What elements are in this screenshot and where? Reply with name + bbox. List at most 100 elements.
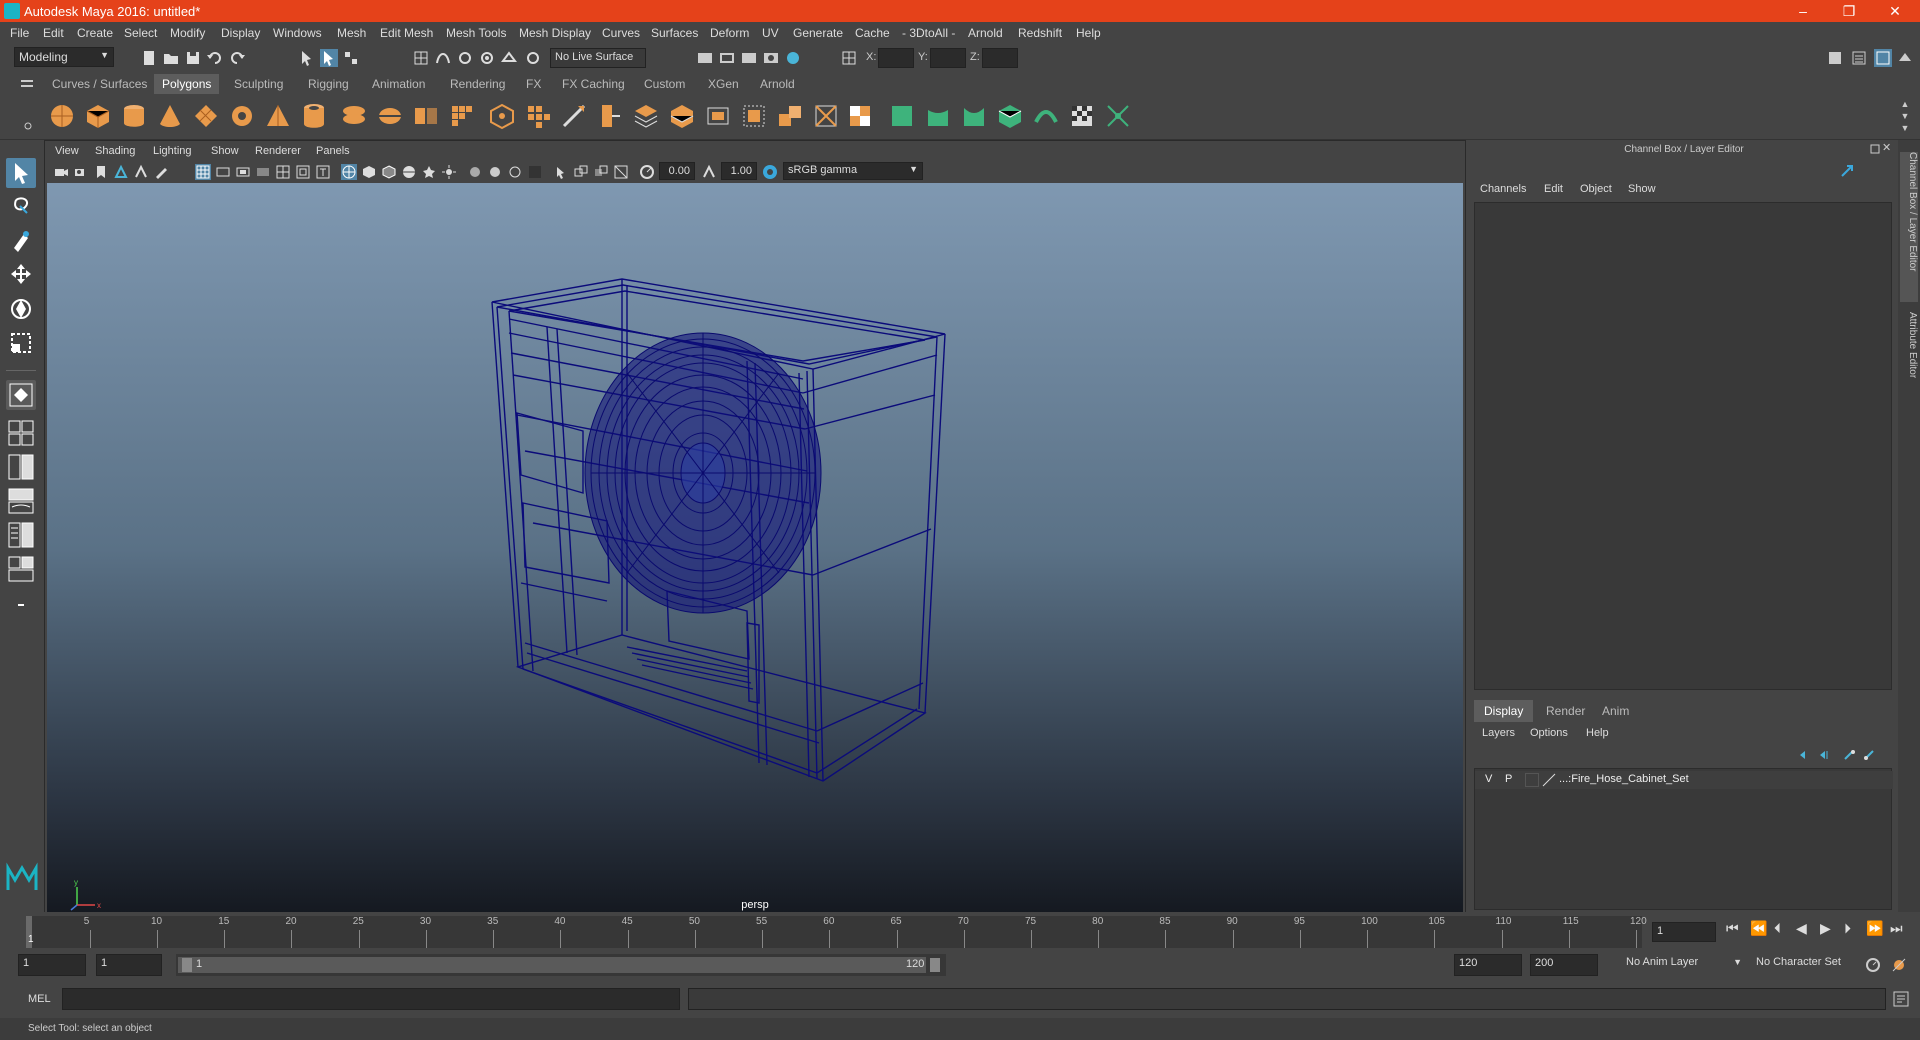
shelf-tab-fx-caching[interactable]: FX Caching	[554, 74, 633, 94]
green-sculpt-5-icon[interactable]	[1032, 102, 1060, 130]
shelf-tab-xgen[interactable]: XGen	[700, 74, 747, 94]
menu-display[interactable]: Display	[221, 26, 260, 40]
hypershade-layout-icon[interactable]	[6, 554, 36, 584]
ipr-render-icon[interactable]	[740, 49, 758, 67]
gamma-icon[interactable]	[701, 164, 717, 180]
poly-cone-icon[interactable]	[156, 102, 184, 130]
current-frame-field[interactable]: 1	[1652, 922, 1716, 942]
menu-redshift[interactable]: Redshift	[1018, 26, 1062, 40]
undo-icon[interactable]	[206, 49, 224, 67]
select-tool-icon[interactable]	[6, 158, 36, 188]
xray-joints-icon[interactable]	[593, 164, 609, 180]
gate-mask-icon[interactable]	[255, 164, 271, 180]
shelf-scroll-arrows-icon[interactable]: ▲ ▼ ▼	[1898, 98, 1912, 134]
live-surface-field[interactable]: No Live Surface	[550, 48, 646, 68]
snap-point-icon[interactable]	[456, 49, 474, 67]
exposure-icon[interactable]	[639, 164, 655, 180]
poly-cube-icon[interactable]	[84, 102, 112, 130]
command-input[interactable]	[62, 988, 680, 1010]
viewport-menu-renderer[interactable]: Renderer	[255, 145, 301, 157]
safe-action-icon[interactable]	[295, 164, 311, 180]
live-surface-icon[interactable]	[524, 49, 542, 67]
render-view-icon[interactable]	[696, 49, 714, 67]
animation-preferences-icon[interactable]	[1890, 956, 1908, 974]
wireframe-shading-icon[interactable]	[341, 164, 357, 180]
shelf-menu-icon[interactable]	[20, 78, 34, 90]
modeling-toolkit-icon[interactable]	[1826, 49, 1844, 67]
show-menu[interactable]: Show	[1628, 183, 1656, 195]
snap-grid-icon[interactable]	[412, 49, 430, 67]
safe-title-icon[interactable]	[315, 164, 331, 180]
anim-layer-dropdown[interactable]: No Anim Layer ▼	[1622, 954, 1744, 976]
go-to-start-button[interactable]: ⏮	[1726, 920, 1739, 937]
tab-anim[interactable]: Anim	[1592, 700, 1639, 722]
cylindrical-uv-icon[interactable]	[740, 102, 768, 130]
help-menu[interactable]: Help	[1586, 727, 1609, 739]
checker-icon[interactable]	[1068, 102, 1096, 130]
viewport-menu-panels[interactable]: Panels	[316, 145, 350, 157]
rotate-tool-icon[interactable]	[6, 294, 36, 324]
menu-cache[interactable]: Cache	[855, 26, 890, 40]
use-all-lights-icon[interactable]	[421, 164, 437, 180]
outliner-layout-icon[interactable]	[6, 486, 36, 516]
channel-box-toggle-icon[interactable]	[1874, 49, 1892, 67]
shelf-tab-polygons[interactable]: Polygons	[154, 74, 220, 94]
image-plane-icon[interactable]	[113, 164, 129, 180]
separate-icon[interactable]	[376, 102, 404, 130]
shelf-tab-rigging[interactable]: Rigging	[300, 74, 357, 94]
new-scene-icon[interactable]	[140, 49, 158, 67]
poly-torus-icon[interactable]	[228, 102, 256, 130]
side-tab-attribute-editor[interactable]: Attribute Editor	[1900, 312, 1918, 422]
depth-of-field-icon[interactable]	[527, 164, 543, 180]
view-transform-dropdown[interactable]: sRGB gamma ▼	[783, 162, 923, 180]
planar-uv-icon[interactable]	[704, 102, 732, 130]
paint-select-tool-icon[interactable]	[6, 226, 36, 256]
layer-row[interactable]: V P ...:Fire_Hose_Cabinet_Set	[1475, 771, 1893, 789]
time-slider-track[interactable]: 1 5 10 15 20 25 30 35 40 45 50 55 60 65 70 75 80 85 90 95 1…	[26, 916, 1647, 948]
poly-plane-icon[interactable]	[192, 102, 220, 130]
shelf-settings-icon[interactable]	[22, 104, 34, 134]
append-polygon-icon[interactable]	[596, 102, 624, 130]
menuset-dropdown[interactable]: Modeling ▼	[14, 47, 114, 67]
playback-start-field[interactable]: 1	[96, 954, 162, 976]
menu-create[interactable]: Create	[77, 26, 113, 40]
spread-icon[interactable]	[1104, 102, 1132, 130]
menu-help[interactable]: Help	[1076, 26, 1101, 40]
graph-editor-layout-icon[interactable]	[6, 520, 36, 550]
smooth-shade-icon[interactable]	[361, 164, 377, 180]
menu-arnold[interactable]: Arnold	[968, 26, 1003, 40]
viewport-menu-lighting[interactable]: Lighting	[153, 145, 192, 157]
resolution-gate-icon[interactable]	[235, 164, 251, 180]
range-bar-fill[interactable]	[178, 957, 926, 973]
grease-pencil-icon[interactable]	[153, 164, 169, 180]
single-perspective-layout-icon[interactable]	[6, 380, 36, 410]
film-gate-icon[interactable]	[215, 164, 231, 180]
multi-cut-icon[interactable]	[632, 102, 660, 130]
channel-box-body[interactable]	[1474, 202, 1892, 690]
select-hierarchy-icon[interactable]	[298, 49, 316, 67]
snap-surface-icon[interactable]	[500, 49, 518, 67]
attribute-editor-toggle-icon[interactable]	[1850, 49, 1868, 67]
poly-sphere-icon[interactable]	[48, 102, 76, 130]
xray-icon[interactable]	[573, 164, 589, 180]
select-object-icon[interactable]	[320, 49, 338, 67]
step-back-frame-button[interactable]: ⏴	[1774, 920, 1781, 937]
x-field[interactable]	[878, 48, 914, 68]
menu-file[interactable]: File	[10, 26, 29, 40]
new-empty-layer-icon[interactable]	[1842, 748, 1856, 762]
menu-uv[interactable]: UV	[762, 26, 779, 40]
fire-hose-cabinet-wireframe[interactable]	[47, 183, 1463, 917]
scale-tool-icon[interactable]	[6, 328, 36, 358]
minimize-button[interactable]: –	[1780, 0, 1826, 22]
menu-mesh-tools[interactable]: Mesh Tools	[446, 26, 506, 40]
hypershade-icon[interactable]	[784, 49, 802, 67]
play-forwards-button[interactable]: ▶	[1820, 920, 1831, 937]
step-forward-frame-button[interactable]: ⏵	[1844, 920, 1851, 937]
viewport-menu-view[interactable]: View	[55, 145, 79, 157]
menu-curves[interactable]: Curves	[602, 26, 640, 40]
bookmark-icon[interactable]	[93, 164, 109, 180]
menu-select[interactable]: Select	[124, 26, 157, 40]
bevel-icon[interactable]	[524, 102, 552, 130]
motion-blur-icon[interactable]	[487, 164, 503, 180]
edit-menu[interactable]: Edit	[1544, 183, 1563, 195]
